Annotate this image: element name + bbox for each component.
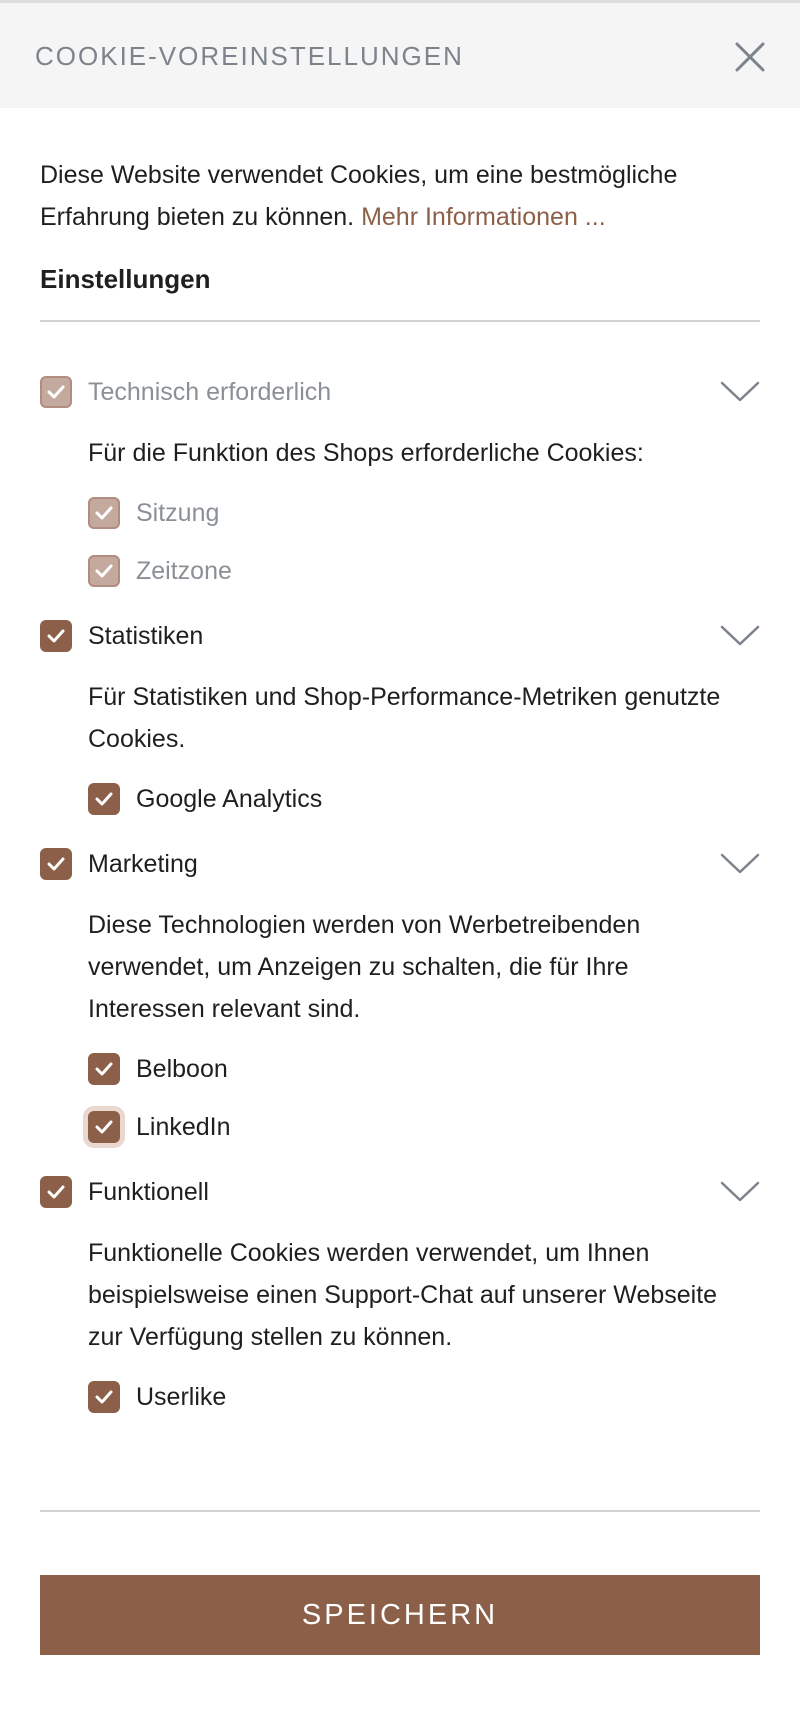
category-row: Statistiken <box>40 620 760 652</box>
cookie-categories: Technisch erforderlich Für die Funktion d… <box>40 376 760 1426</box>
cookie-label: Zeitzone <box>136 556 232 585</box>
cookie-checkbox[interactable] <box>88 1381 120 1413</box>
check-icon <box>95 1390 113 1404</box>
cookie-checkbox[interactable] <box>88 1053 120 1085</box>
cookie-list: Userlike <box>88 1368 760 1426</box>
cookie-label: Belboon <box>136 1054 228 1083</box>
check-icon <box>95 506 113 520</box>
category-description: Für Statistiken und Shop-Performance-Met… <box>88 683 721 753</box>
category-checkbox[interactable] <box>40 1176 72 1208</box>
category-description: Funktionelle Cookies werden verwendet, u… <box>88 1239 718 1351</box>
category-row: Marketing <box>40 848 760 880</box>
check-icon <box>95 1062 113 1076</box>
cookie-label: LinkedIn <box>136 1112 231 1141</box>
cookie-list: Google Analytics <box>88 770 760 828</box>
check-icon <box>47 1185 65 1199</box>
save-button[interactable]: SPEICHERN <box>40 1575 760 1655</box>
divider <box>40 320 760 322</box>
cookie-category: Funktionell Funktionelle Cookies werden v… <box>40 1176 760 1426</box>
cookie-item: Userlike <box>88 1368 760 1426</box>
category-description: Für die Funktion des Shops erforderliche… <box>88 439 644 467</box>
cookie-label: Userlike <box>136 1382 227 1411</box>
close-icon <box>735 42 765 72</box>
cookie-checkbox[interactable] <box>88 783 120 815</box>
category-description: Diese Technologien werden von Werbetreib… <box>88 911 641 1023</box>
cookie-checkbox[interactable] <box>88 1111 120 1143</box>
cookie-item: Google Analytics <box>88 770 760 828</box>
modal-title: COOKIE-VOREINSTELLUNGEN <box>35 41 464 71</box>
footer-divider <box>40 1510 760 1512</box>
close-button[interactable] <box>734 41 766 73</box>
check-icon <box>95 1120 113 1134</box>
check-icon <box>47 629 65 643</box>
category-checkbox <box>40 376 72 408</box>
cookie-checkbox <box>88 555 120 587</box>
cookie-item: Zeitzone <box>88 542 760 600</box>
settings-heading: Einstellungen <box>40 264 211 294</box>
check-icon <box>95 792 113 806</box>
cookie-category: Statistiken Für Statistiken und Shop-Perf… <box>40 620 760 828</box>
cookie-item: Belboon <box>88 1040 760 1098</box>
category-label: Statistiken <box>88 621 204 650</box>
check-icon <box>47 385 65 399</box>
cookie-checkbox <box>88 497 120 529</box>
check-icon <box>47 857 65 871</box>
cookie-label: Google Analytics <box>136 784 323 813</box>
modal-body: Diese Website verwendet Cookies, um eine… <box>0 154 800 1655</box>
cookie-category: Technisch erforderlich Für die Funktion d… <box>40 376 760 600</box>
chevron-down-icon[interactable] <box>720 381 760 403</box>
chevron-down-icon[interactable] <box>720 853 760 875</box>
category-label: Marketing <box>88 849 198 878</box>
category-row: Funktionell <box>40 1176 760 1208</box>
cookie-category: Marketing Diese Technologien werden von W… <box>40 848 760 1156</box>
intro-text-block: Diese Website verwendet Cookies, um eine… <box>40 154 740 238</box>
modal-header: COOKIE-VOREINSTELLUNGEN <box>0 3 800 108</box>
more-info-link[interactable]: Mehr Informationen ... <box>361 203 606 231</box>
cookie-item: LinkedIn <box>88 1098 760 1156</box>
cookie-item: Sitzung <box>88 484 760 542</box>
category-checkbox[interactable] <box>40 620 72 652</box>
check-icon <box>95 564 113 578</box>
cookie-label: Sitzung <box>136 498 220 527</box>
category-checkbox[interactable] <box>40 848 72 880</box>
chevron-down-icon[interactable] <box>720 625 760 647</box>
cookie-list: Sitzung Zeitzone <box>88 484 760 600</box>
category-label: Funktionell <box>88 1177 209 1206</box>
category-label: Technisch erforderlich <box>88 377 332 406</box>
cookie-list: Belboon LinkedIn <box>88 1040 760 1156</box>
category-row: Technisch erforderlich <box>40 376 760 408</box>
chevron-down-icon[interactable] <box>720 1181 760 1203</box>
